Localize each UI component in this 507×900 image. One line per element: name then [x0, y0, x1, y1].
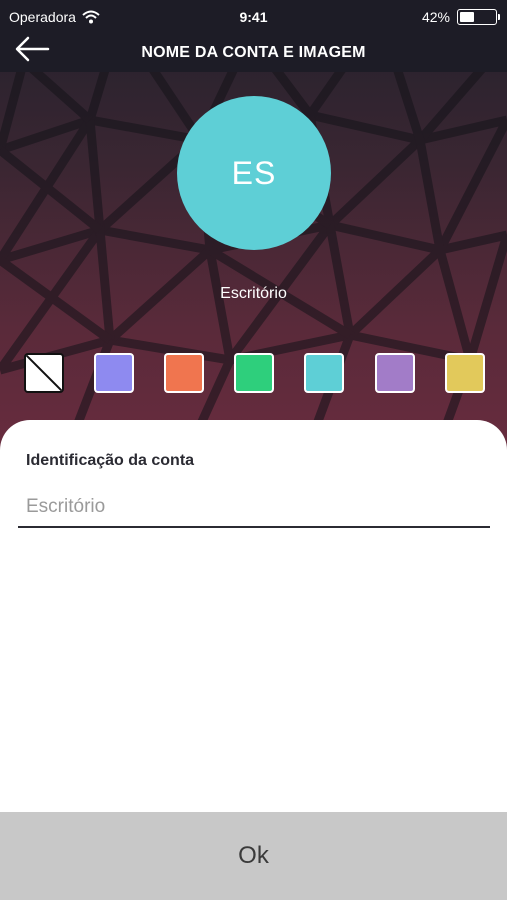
swatch-yellow[interactable] [445, 353, 485, 393]
account-id-input[interactable] [18, 488, 490, 528]
nav-bar: NOME DA CONTA E IMAGEM [0, 34, 507, 72]
status-bar: Operadora 9:41 42% [0, 0, 507, 34]
swatch-green[interactable] [234, 353, 274, 393]
swatch-blue-violet[interactable] [94, 353, 134, 393]
battery-indicator: 42% [421, 9, 500, 25]
swatch-cyan[interactable] [304, 353, 344, 393]
account-name: Escritório [220, 285, 287, 302]
account-form-sheet: Identificação da conta [0, 420, 507, 812]
swatch-none[interactable] [24, 353, 64, 393]
battery-icon [457, 9, 500, 25]
battery-fill [460, 12, 474, 22]
battery-percent: 42% [421, 9, 450, 25]
no-color-icon [26, 355, 62, 391]
avatar-initials: ES [231, 154, 277, 191]
account-avatar: ES [177, 96, 331, 250]
page-title: NOME DA CONTA E IMAGEM [141, 44, 366, 61]
account-id-label: Identificação da conta [26, 452, 195, 469]
swatch-orange[interactable] [164, 353, 204, 393]
swatch-purple[interactable] [375, 353, 415, 393]
color-swatches [24, 353, 486, 395]
ok-button[interactable]: Ok [0, 812, 507, 900]
